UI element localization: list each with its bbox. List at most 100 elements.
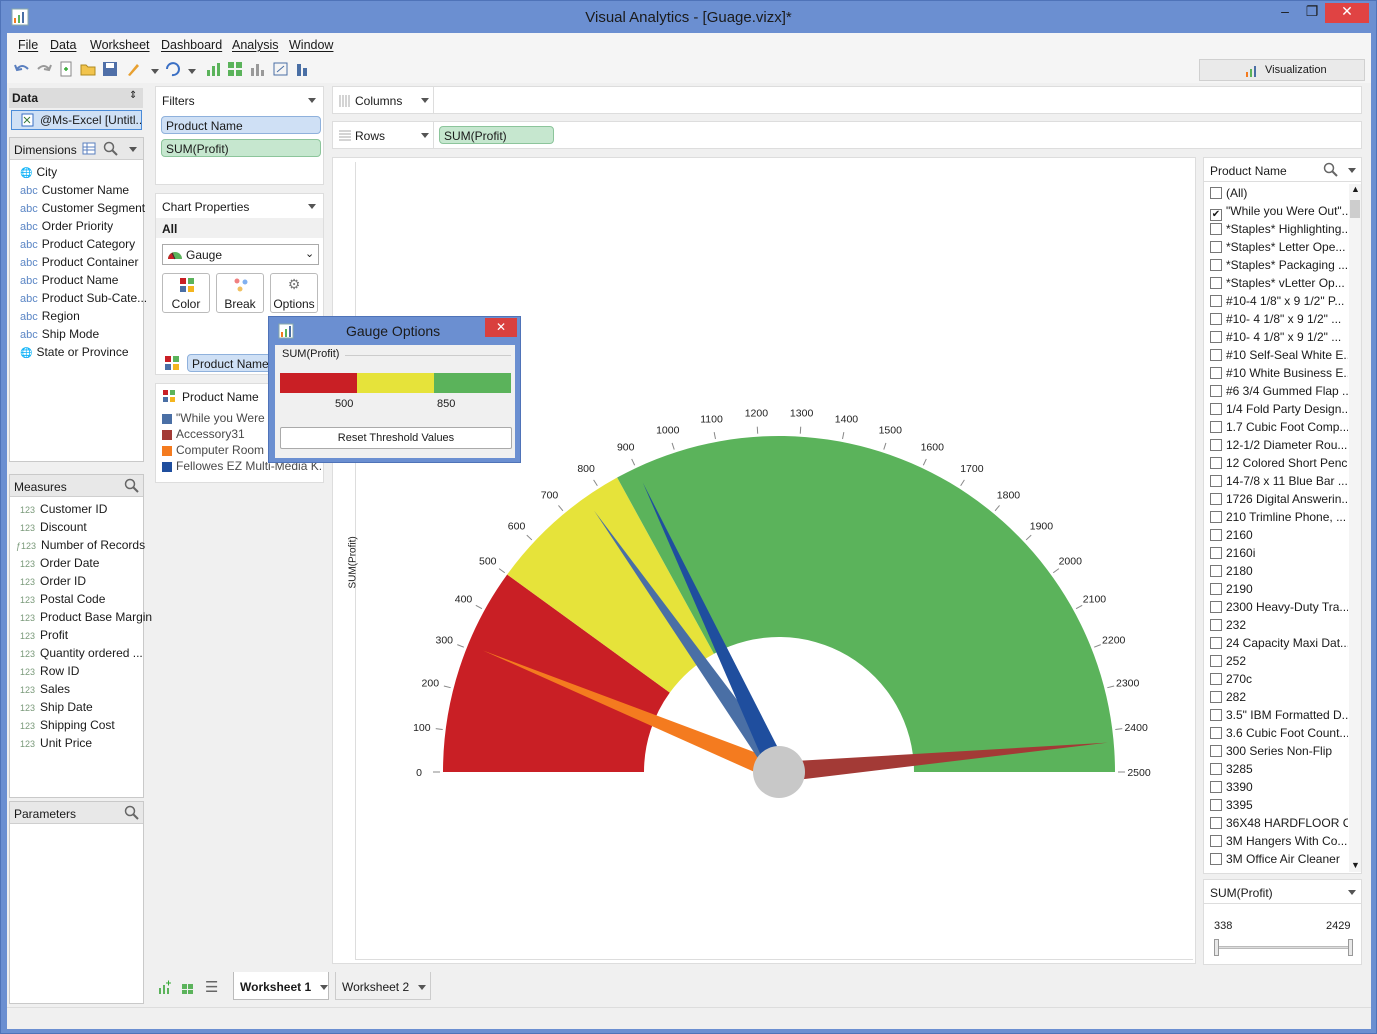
checkbox[interactable] xyxy=(1210,565,1222,577)
dimension-item[interactable]: abc Ship Mode xyxy=(20,327,99,345)
menu-dashboard[interactable]: Dashboard xyxy=(161,38,222,52)
checkbox[interactable] xyxy=(1210,241,1222,253)
checkbox[interactable] xyxy=(1210,295,1222,307)
checkbox[interactable] xyxy=(1210,511,1222,523)
threshold-band-low[interactable] xyxy=(280,373,357,393)
checkbox[interactable] xyxy=(1210,655,1222,667)
filter-card-item[interactable]: 1.7 Cubic Foot Comp... xyxy=(1210,420,1348,438)
checkbox[interactable] xyxy=(1210,259,1222,271)
checkbox[interactable] xyxy=(1210,673,1222,685)
reset-threshold-button[interactable]: Reset Threshold Values xyxy=(280,427,512,449)
dimension-item[interactable]: abc Customer Name xyxy=(20,183,129,201)
threshold-band-mid[interactable] xyxy=(357,373,434,393)
menu-data[interactable]: Data xyxy=(50,38,76,52)
tab-worksheet-2[interactable]: Worksheet 2 xyxy=(335,972,431,1000)
save-icon[interactable] xyxy=(101,60,119,78)
checkbox[interactable] xyxy=(1210,781,1222,793)
menu-analysis[interactable]: Analysis xyxy=(232,38,279,52)
filter-card-item[interactable]: 2300 Heavy-Duty Tra... xyxy=(1210,600,1348,618)
checkbox[interactable] xyxy=(1210,223,1222,235)
search-measures-icon[interactable] xyxy=(124,478,140,494)
measure-item[interactable]: 123 Ship Date xyxy=(20,700,93,718)
filter-card-item[interactable]: *Staples* Letter Ope... xyxy=(1210,240,1348,258)
scroll-down-icon[interactable]: ▼ xyxy=(1351,860,1360,870)
dimensions-menu-caret[interactable] xyxy=(129,147,137,152)
checkbox[interactable] xyxy=(1210,763,1222,775)
filter-card-item[interactable]: *Staples* Highlighting... xyxy=(1210,222,1348,240)
visualization-toggle[interactable]: Visualization xyxy=(1199,59,1365,81)
search-dimensions-icon[interactable] xyxy=(103,141,119,157)
new-worksheet-icon[interactable] xyxy=(204,60,222,78)
measure-item[interactable]: 123 Postal Code xyxy=(20,592,105,610)
checkbox[interactable] xyxy=(1210,835,1222,847)
filter-card-item[interactable]: #10- 4 1/8" x 9 1/2" ... xyxy=(1210,330,1348,348)
table-view-icon[interactable] xyxy=(82,142,96,155)
open-folder-icon[interactable] xyxy=(79,60,97,78)
checkbox[interactable] xyxy=(1210,727,1222,739)
columns-menu-caret[interactable] xyxy=(421,98,429,103)
filter-pill-product-name[interactable]: Product Name xyxy=(161,116,321,134)
filter-card-menu-caret[interactable] xyxy=(1348,168,1356,173)
clear-sheet-icon[interactable] xyxy=(272,60,290,78)
threshold-band-high[interactable] xyxy=(434,373,511,393)
checkbox[interactable] xyxy=(1210,421,1222,433)
checkbox[interactable] xyxy=(1210,637,1222,649)
filter-card-item[interactable]: 3.6 Cubic Foot Count... xyxy=(1210,726,1348,744)
filter-pill-sum-profit[interactable]: SUM(Profit) xyxy=(161,139,321,157)
filter-card-item[interactable]: 3M Hangers With Co... xyxy=(1210,834,1348,852)
checkbox[interactable] xyxy=(1210,691,1222,703)
filter-card-item[interactable]: 24 Capacity Maxi Dat... xyxy=(1210,636,1348,654)
tab-worksheet-2-caret[interactable] xyxy=(418,985,426,990)
filter-card-item[interactable]: #6 3/4 Gummed Flap ... xyxy=(1210,384,1348,402)
filter-card-item[interactable]: 210 Trimline Phone, ... xyxy=(1210,510,1348,528)
checkbox[interactable] xyxy=(1210,619,1222,631)
measure-item[interactable]: 123 Customer ID xyxy=(20,502,107,520)
minimize-button[interactable]: – xyxy=(1271,3,1299,23)
checkbox[interactable] xyxy=(1210,583,1222,595)
restore-button[interactable]: ❐ xyxy=(1298,3,1326,23)
checkbox[interactable] xyxy=(1210,529,1222,541)
checkbox[interactable] xyxy=(1210,475,1222,487)
menu-window[interactable]: Window xyxy=(289,38,333,52)
add-worksheet-icon[interactable] xyxy=(157,980,172,995)
measure-item[interactable]: 123 Quantity ordered ... xyxy=(20,646,143,664)
checkbox-checked[interactable]: ✔ xyxy=(1210,209,1222,221)
checkbox[interactable] xyxy=(1210,817,1222,829)
filter-card-item[interactable]: 232 xyxy=(1210,618,1348,636)
checkbox[interactable] xyxy=(1210,439,1222,451)
sheet-list-icon[interactable]: ☰ xyxy=(205,978,218,996)
filter-card-item[interactable]: 1726 Digital Answerin... xyxy=(1210,492,1348,510)
filter-card-item[interactable]: #10-4 1/8" x 9 1/2" P... xyxy=(1210,294,1348,312)
filter-card-item[interactable]: #10 Self-Seal White E... xyxy=(1210,348,1348,366)
filter-card-item[interactable]: 12-1/2 Diameter Rou... xyxy=(1210,438,1348,456)
tab-worksheet-1-caret[interactable] xyxy=(320,985,328,990)
search-parameters-icon[interactable] xyxy=(124,805,140,821)
measure-item[interactable]: 123 Order ID xyxy=(20,574,86,592)
rows-pill-sum-profit[interactable]: SUM(Profit) xyxy=(439,126,554,144)
checkbox[interactable] xyxy=(1210,403,1222,415)
redo-icon[interactable] xyxy=(35,60,53,78)
filters-menu-caret[interactable] xyxy=(308,98,316,103)
brush-icon[interactable] xyxy=(125,60,143,78)
color-tile-button[interactable]: Color xyxy=(162,273,210,313)
measure-item[interactable]: 123 Product Base Margin xyxy=(20,610,152,628)
undo-icon[interactable] xyxy=(13,60,31,78)
filter-card-search-icon[interactable] xyxy=(1323,162,1339,178)
dimension-item[interactable]: abc Order Priority xyxy=(20,219,113,237)
filter-card-item[interactable]: 2190 xyxy=(1210,582,1348,600)
filter-card-item[interactable]: 1/4 Fold Party Design... xyxy=(1210,402,1348,420)
filter-card-item[interactable]: (All) xyxy=(1210,186,1348,204)
checkbox[interactable] xyxy=(1210,385,1222,397)
measure-item[interactable]: 123 Profit xyxy=(20,628,68,646)
filter-card-item[interactable]: 3390 xyxy=(1210,780,1348,798)
filter-card-item[interactable]: 2160i xyxy=(1210,546,1348,564)
new-dashboard-icon[interactable] xyxy=(226,60,244,78)
menu-file[interactable]: File xyxy=(18,38,38,52)
filter-card-item[interactable]: #10- 4 1/8" x 9 1/2" ... xyxy=(1210,312,1348,330)
filter-card-item[interactable]: 3285 xyxy=(1210,762,1348,780)
break-tile-button[interactable]: Break xyxy=(216,273,264,313)
checkbox[interactable] xyxy=(1210,277,1222,289)
measure-item[interactable]: 123 Sales xyxy=(20,682,70,700)
range-slider-max-handle[interactable] xyxy=(1348,939,1353,956)
menu-worksheet[interactable]: Worksheet xyxy=(90,38,150,52)
